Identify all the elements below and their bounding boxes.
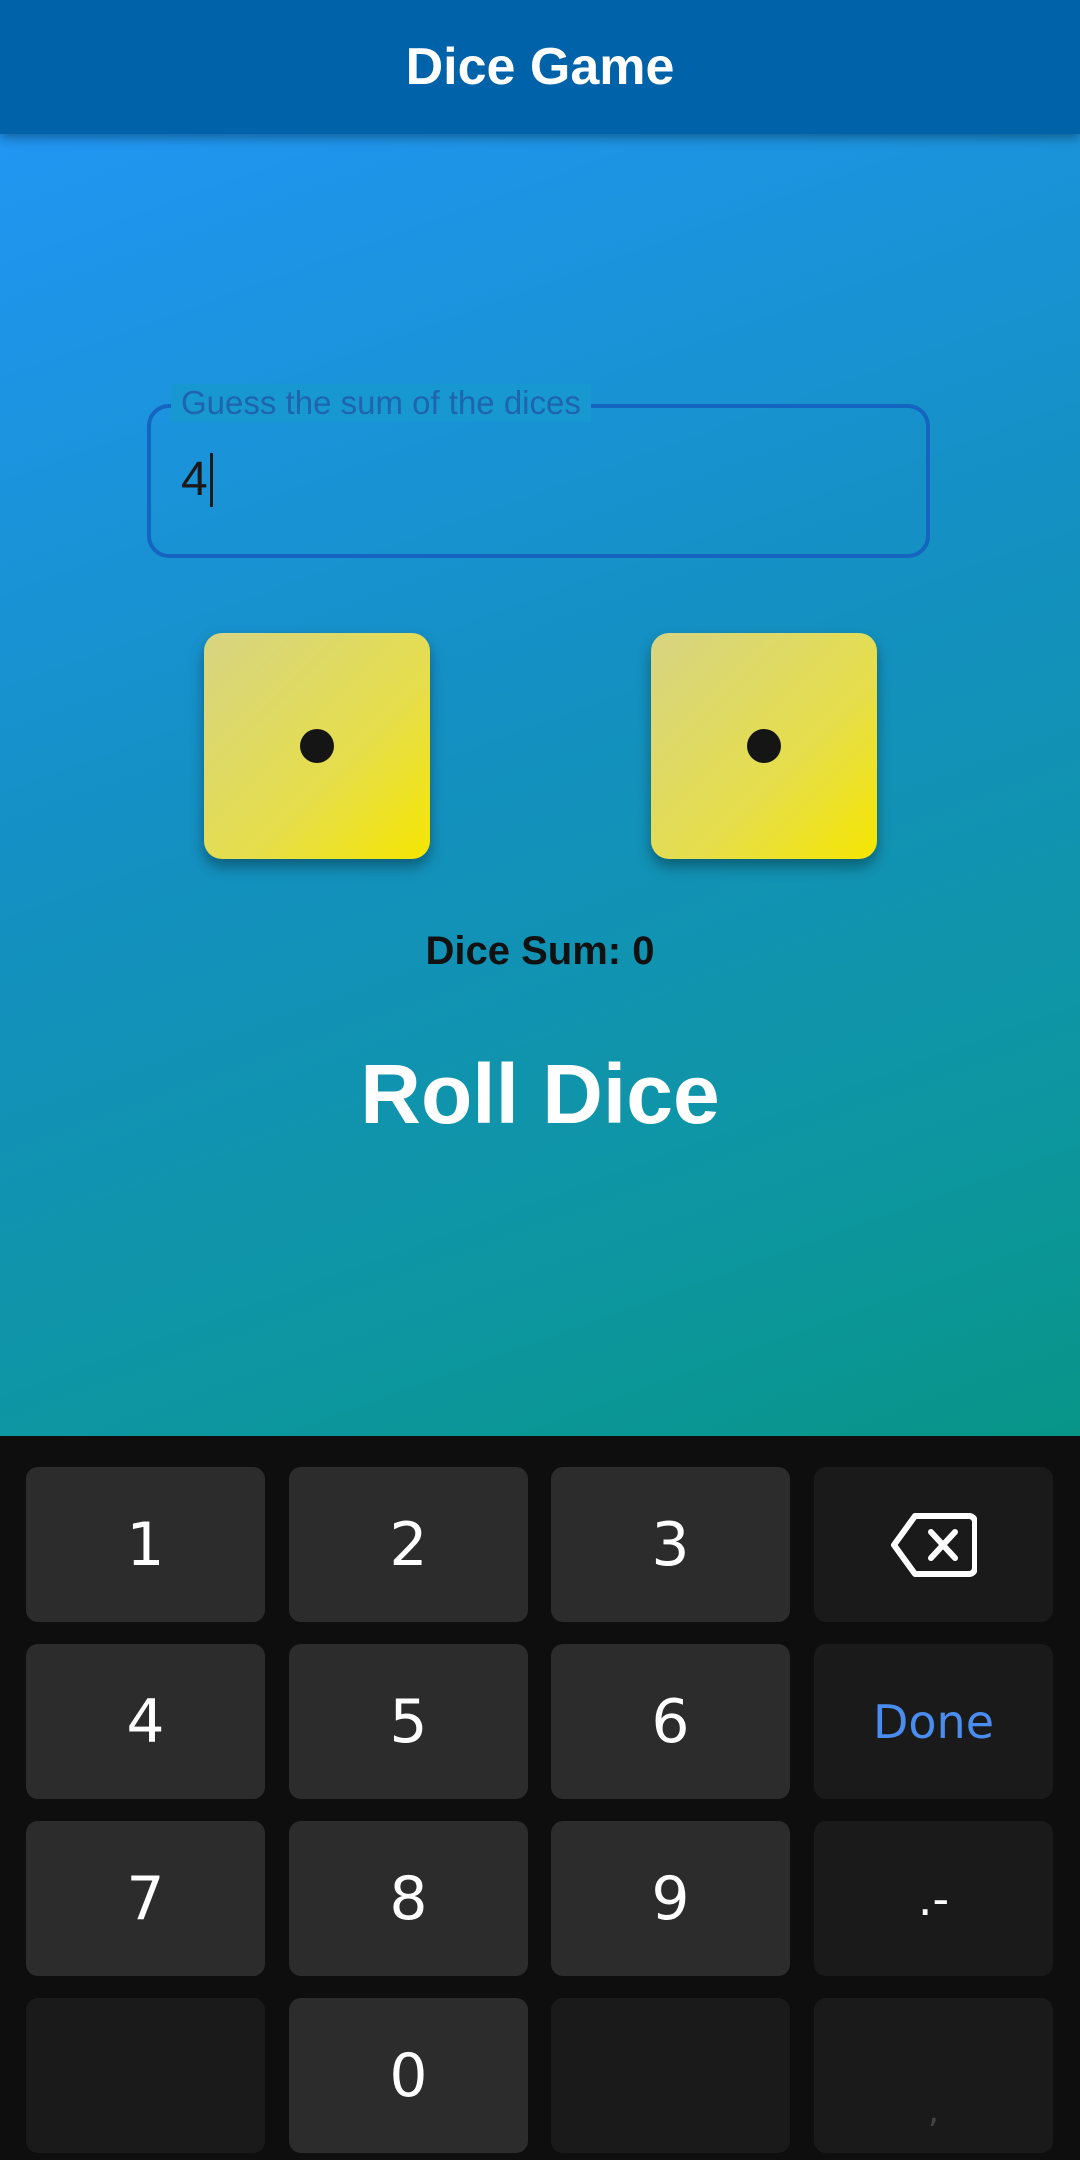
die-right: [651, 633, 877, 859]
backspace-icon: [890, 1512, 977, 1577]
key-5[interactable]: 5: [289, 1644, 528, 1799]
key-8[interactable]: 8: [289, 1821, 528, 1976]
backspace-key[interactable]: [814, 1467, 1053, 1622]
guess-input-value-wrap: 4: [181, 452, 213, 507]
app-bar: Dice Game: [0, 0, 1080, 134]
guess-input-label: Guess the sum of the dices: [171, 384, 591, 422]
key-6[interactable]: 6: [551, 1644, 790, 1799]
key-9[interactable]: 9: [551, 1821, 790, 1976]
die-left: [204, 633, 430, 859]
empty-key-middle: [551, 1998, 790, 2153]
symbol-key[interactable]: .-: [814, 1821, 1053, 1976]
key-7[interactable]: 7: [26, 1821, 265, 1976]
text-caret: [209, 452, 213, 507]
key-2[interactable]: 2: [289, 1467, 528, 1622]
die-pip: [747, 729, 781, 763]
app-title: Dice Game: [405, 38, 675, 96]
key-3[interactable]: 3: [551, 1467, 790, 1622]
empty-key-left: [26, 1998, 265, 2153]
key-4[interactable]: 4: [26, 1644, 265, 1799]
comma-key[interactable]: ,: [814, 1998, 1053, 2153]
roll-dice-button[interactable]: Roll Dice: [300, 1034, 780, 1154]
guess-input[interactable]: Guess the sum of the dices 4: [147, 384, 930, 558]
die-pip: [300, 729, 334, 763]
game-content: Guess the sum of the dices 4 Dice Sum: 0…: [0, 134, 1080, 1436]
guess-input-value: 4: [181, 453, 208, 506]
done-key[interactable]: Done: [814, 1644, 1053, 1799]
numeric-keyboard: 1 2 3 4 5 6 Done 7 8 9 .- 0 ,: [0, 1436, 1080, 2160]
key-1[interactable]: 1: [26, 1467, 265, 1622]
dice-sum-text: Dice Sum: 0: [425, 929, 655, 973]
key-0[interactable]: 0: [289, 1998, 528, 2153]
app-screen: Dice Game Guess the sum of the dices 4 D…: [0, 0, 1080, 2160]
